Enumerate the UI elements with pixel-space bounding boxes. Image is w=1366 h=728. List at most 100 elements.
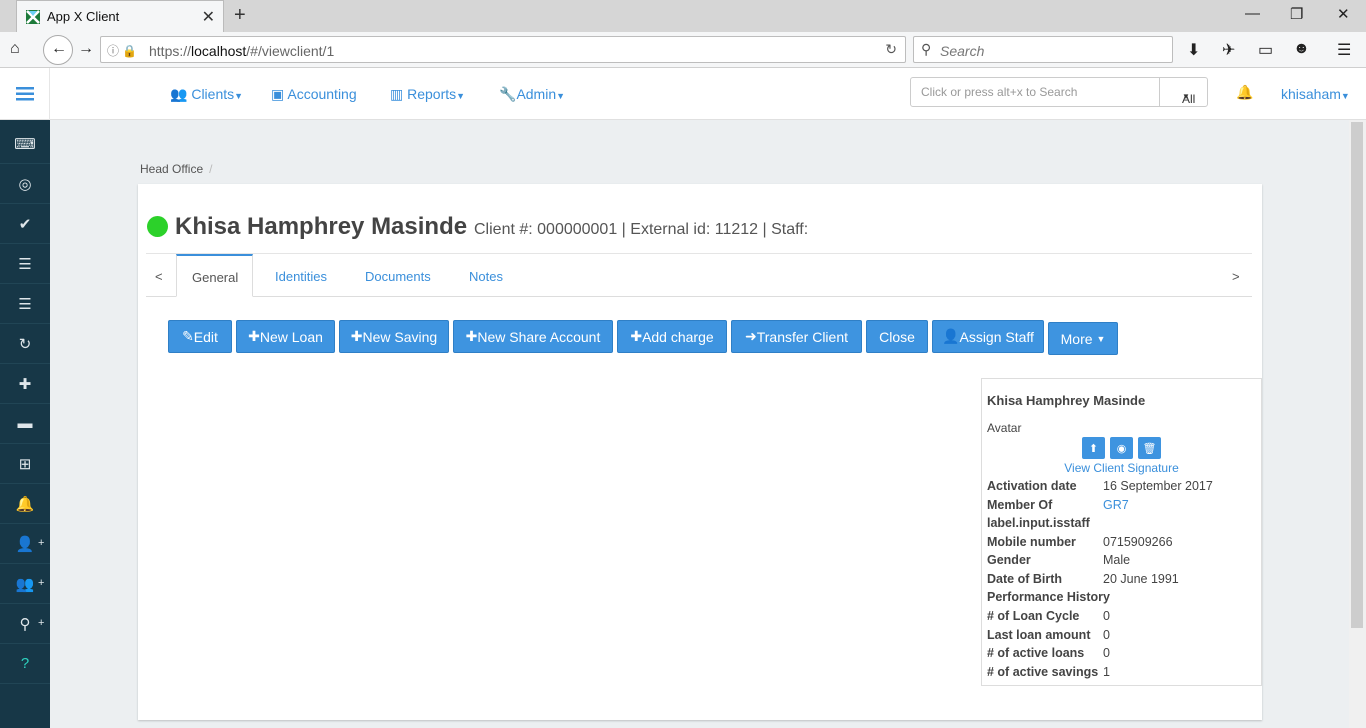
page-scrollbar[interactable] — [1349, 120, 1366, 728]
menu-admin[interactable]: 🔧Admin▼ — [499, 86, 565, 103]
site-info-icon[interactable]: ⓘ 🔒 — [107, 42, 137, 59]
list-icon[interactable]: ☰ — [0, 244, 50, 284]
search-scope-select[interactable]: All ▼ — [1159, 77, 1208, 107]
caret-down-icon: ▼ — [456, 91, 466, 101]
edit-button[interactable]: ✎ Edit — [168, 320, 232, 353]
more-button[interactable]: More ▼ — [1048, 322, 1118, 355]
menu-accounting[interactable]: ▣ Accounting — [271, 86, 357, 103]
breadcrumb: Head Office / — [140, 162, 213, 176]
plus-icon: ✚ — [248, 328, 260, 344]
tab-general[interactable]: General — [176, 254, 253, 297]
plus-icon[interactable]: ✚ — [0, 364, 50, 404]
folder-icon[interactable]: ▬ — [0, 404, 50, 444]
global-search-placeholder: Click or press alt+x to Search — [921, 85, 1078, 99]
menu-clients[interactable]: 👥 Clients▼ — [170, 86, 243, 103]
tab-identities[interactable]: Identities — [275, 269, 327, 284]
transfer-client-button[interactable]: ➜ Transfer Client — [731, 320, 862, 353]
user-add-icon[interactable]: 👤 + — [0, 524, 50, 564]
notification-bell-icon[interactable]: 🔔 — [1236, 84, 1253, 101]
app-header: 👥 Clients▼ ▣ Accounting ▥ Reports▼ 🔧Admi… — [0, 68, 1366, 120]
home-icon[interactable]: ⌂ — [10, 40, 20, 58]
app-favicon-icon — [26, 10, 40, 24]
sidebar: ⌨ ◎ ✔ ☰ ☰ ↻ ✚ ▬ ⊞ 🔔 👤 + 👥 + ⚲ + ? — [0, 120, 50, 728]
users-icon: 👥 — [170, 86, 188, 102]
client-tabs: < General Identities Documents Notes > — [146, 254, 1252, 297]
browser-tabbar: App X Client ✕ + — ❐ ✕ — [0, 0, 1366, 32]
user-menu[interactable]: khisaham▼ — [1281, 86, 1350, 102]
sitemap-icon[interactable]: ⊞ — [0, 444, 50, 484]
search-icon: ⚲ — [921, 41, 932, 57]
client-card: Khisa Hamphrey Masinde Client #: 0000000… — [138, 184, 1262, 720]
close-client-button[interactable]: Close — [866, 320, 928, 353]
global-search-input[interactable]: Click or press alt+x to Search — [910, 77, 1160, 107]
back-button[interactable]: ← — [43, 35, 73, 65]
edit-icon: ✎ — [182, 328, 194, 344]
tabs-next-button[interactable]: > — [1232, 269, 1240, 284]
camera-icon[interactable]: ◉ — [1110, 437, 1133, 459]
caret-down-icon: ▼ — [1340, 91, 1350, 101]
group-link[interactable]: GR7 — [1103, 498, 1129, 512]
scrollbar-thumb[interactable] — [1351, 122, 1363, 628]
new-saving-button[interactable]: ✚ New Saving — [339, 320, 449, 353]
group-add-icon[interactable]: 👥 + — [0, 564, 50, 604]
minimize-window-icon[interactable]: — — [1245, 5, 1260, 22]
close-tab-icon[interactable]: ✕ — [202, 7, 215, 27]
reload-icon[interactable]: ↻ — [885, 41, 897, 58]
restore-window-icon[interactable]: ❐ — [1290, 5, 1303, 23]
upload-icon[interactable]: ⬆ — [1082, 437, 1105, 459]
caret-down-icon: ▼ — [556, 91, 566, 101]
new-share-account-button[interactable]: ✚ New Share Account — [453, 320, 613, 353]
caret-down-icon: ▼ — [234, 91, 244, 101]
browser-menu-icon[interactable]: ☰ — [1337, 40, 1351, 60]
plus-icon: ✚ — [465, 328, 478, 344]
caret-down-icon: ▼ — [1096, 333, 1106, 344]
browser-tab-title: App X Client — [47, 9, 120, 24]
browser-tab[interactable]: App X Client ✕ — [16, 0, 224, 32]
forward-arrow-icon[interactable]: → — [78, 40, 94, 58]
feedback-icon[interactable]: ☻ — [1293, 40, 1310, 58]
client-meta: Client #: 000000001 | External id: 11212… — [474, 221, 809, 238]
tab-notes[interactable]: Notes — [469, 269, 503, 284]
map-marker-icon[interactable]: ⚲ + — [0, 604, 50, 644]
assign-staff-button[interactable]: 👤 Assign Staff — [932, 320, 1044, 353]
panel-client-name: Khisa Hamphrey Masinde — [987, 393, 1146, 408]
breadcrumb-office[interactable]: Head Office — [140, 162, 203, 176]
close-window-icon[interactable]: ✕ — [1337, 5, 1350, 23]
keyboard-icon[interactable]: ⌨ — [0, 124, 50, 164]
help-icon[interactable]: ? — [0, 644, 50, 684]
new-loan-button[interactable]: ✚ New Loan — [236, 320, 335, 353]
browser-search-placeholder: Search — [940, 43, 985, 59]
client-status-indicator — [147, 216, 168, 237]
client-name: Khisa Hamphrey Masinde — [175, 213, 468, 240]
list-alt-icon[interactable]: ☰ — [0, 284, 50, 324]
arrow-right-icon: ➜ — [744, 328, 757, 344]
bar-chart-icon: ▥ — [390, 86, 404, 102]
refresh-icon[interactable]: ↻ — [0, 324, 50, 364]
plus-icon: + — [38, 577, 45, 589]
view-signature-link[interactable]: View Client Signature — [982, 461, 1261, 475]
trash-icon[interactable]: 🗑 — [1138, 437, 1161, 459]
back-arrow-icon: ← — [51, 40, 67, 57]
bell-icon[interactable]: 🔔 — [0, 484, 50, 524]
reader-view-icon[interactable]: ▭ — [1258, 40, 1273, 60]
checkmark-icon[interactable]: ✔ — [0, 204, 50, 244]
url-bar[interactable]: ⓘ 🔒 https://localhost/#/viewclient/1 ↻ — [100, 36, 906, 63]
wrench-icon: 🔧 — [499, 86, 517, 102]
plus-icon: + — [38, 617, 45, 629]
send-icon[interactable]: ✈ — [1222, 40, 1235, 60]
new-tab-icon[interactable]: + — [234, 4, 246, 27]
add-charge-button[interactable]: ✚ Add charge — [617, 320, 727, 353]
avatar-label: Avatar — [987, 421, 1022, 435]
sidebar-toggle-button[interactable] — [0, 68, 50, 120]
plus-icon: + — [38, 537, 45, 549]
breadcrumb-separator: / — [209, 162, 213, 176]
tab-documents[interactable]: Documents — [365, 269, 431, 284]
browser-search-input[interactable]: ⚲ Search — [913, 36, 1173, 63]
browser-navbar: ⌂ ← → ⓘ 🔒 https://localhost/#/viewclient… — [0, 32, 1366, 68]
menu-reports[interactable]: ▥ Reports▼ — [390, 86, 465, 103]
downloads-icon[interactable]: ⬇ — [1187, 40, 1200, 60]
tabs-prev-button[interactable]: < — [155, 269, 163, 284]
money-icon: ▣ — [271, 86, 285, 102]
compass-icon[interactable]: ◎ — [0, 164, 50, 204]
plus-icon: ✚ — [630, 328, 643, 344]
